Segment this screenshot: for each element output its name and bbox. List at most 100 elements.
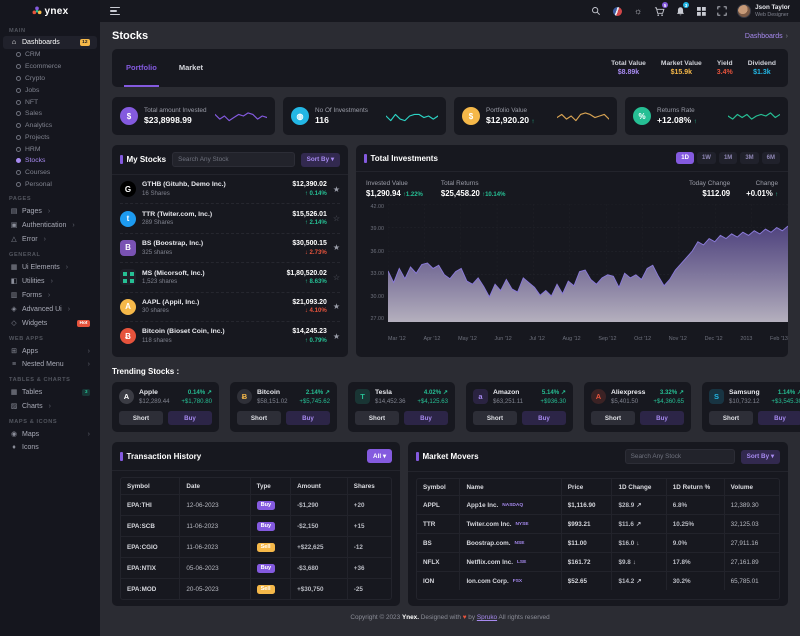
- theme-toggle-icon[interactable]: ☼: [632, 5, 644, 17]
- favorite-star-icon[interactable]: ★: [333, 332, 340, 341]
- range-button[interactable]: 1M: [719, 152, 737, 164]
- sidebar-subitem[interactable]: NFT: [0, 96, 100, 108]
- mm-price: $52.65: [562, 572, 613, 590]
- trend-arrow-icon: ↗: [636, 502, 641, 509]
- language-flag-icon[interactable]: [611, 5, 623, 17]
- sidebar-subitem[interactable]: Stocks: [0, 155, 100, 167]
- table-row[interactable]: EPA:SCB 11-06-2023 Buy -$2,150 +15: [121, 516, 391, 537]
- sidebar-subitem[interactable]: HRM: [0, 143, 100, 155]
- sidebar-item[interactable]: ◇WidgetsHot: [3, 316, 97, 330]
- stock-row[interactable]: A AAPL (Appil, Inc.) 30 shares $21,093.2…: [120, 293, 340, 322]
- sort-by-button[interactable]: Sort By ▾: [301, 153, 340, 167]
- sidebar-item[interactable]: ▣Authentication›: [3, 218, 97, 232]
- sidebar-subitem[interactable]: Crypto: [0, 73, 100, 85]
- buy-button[interactable]: Buy: [522, 411, 566, 425]
- short-button[interactable]: Short: [237, 411, 281, 425]
- favorite-star-icon[interactable]: ★: [333, 302, 340, 311]
- favorite-star-icon[interactable]: ☆: [333, 214, 340, 223]
- short-button[interactable]: Short: [355, 411, 399, 425]
- tx-symbol: EPA:MOD: [121, 579, 180, 599]
- favorite-star-icon[interactable]: ☆: [333, 273, 340, 282]
- trending-change: +$1,780.80: [181, 398, 212, 405]
- table-row[interactable]: NFLX Netflix.com Inc.LSE $161.72 $9.8 ↓ …: [417, 553, 779, 572]
- table-row[interactable]: EPA:THI 12-06-2023 Buy -$1,290 +20: [121, 495, 391, 516]
- market-sort-button[interactable]: Sort By ▾: [741, 450, 780, 464]
- fullscreen-icon[interactable]: [716, 5, 728, 17]
- sidebar-subitem[interactable]: Sales: [0, 108, 100, 120]
- table-row[interactable]: EPA:CGIO 11-06-2023 Sell +$22,625 -12: [121, 537, 391, 558]
- range-button[interactable]: 1D: [676, 152, 694, 164]
- breadcrumb[interactable]: Dashboards ›: [745, 33, 788, 40]
- short-button[interactable]: Short: [709, 411, 753, 425]
- ui-icon: ▦: [10, 263, 18, 271]
- sidebar-item[interactable]: ▤Pages›: [3, 204, 97, 218]
- table-row[interactable]: EPA:NTIX 05-06-2023 Buy -$3,680 +36: [121, 558, 391, 579]
- sidebar-subitem[interactable]: Personal: [0, 179, 100, 191]
- search-icon[interactable]: [590, 5, 602, 17]
- sidebar-item[interactable]: ≡Nested Menu›: [3, 358, 97, 371]
- filter-all-button[interactable]: All ▾: [367, 449, 392, 463]
- sidebar-item[interactable]: ◉Maps›: [3, 427, 97, 441]
- sidebar-subitem[interactable]: Analytics: [0, 120, 100, 132]
- stock-value: $15,526.01: [292, 211, 327, 218]
- favorite-star-icon[interactable]: ★: [333, 243, 340, 252]
- sidebar-subitem[interactable]: Ecommerce: [0, 61, 100, 73]
- buy-button[interactable]: Buy: [168, 411, 212, 425]
- range-button[interactable]: 6M: [762, 152, 780, 164]
- table-row[interactable]: ION Ion.com Corp.FSX $52.65 $14.2 ↗ 30.2…: [417, 572, 779, 590]
- notifications-bell-icon[interactable]: 3: [674, 5, 686, 17]
- sidebar-item[interactable]: ▨Charts›: [3, 399, 97, 413]
- stock-row[interactable]: MS (Micorsoft, Inc.) 1,523 shares $1,80,…: [120, 263, 340, 292]
- buy-button[interactable]: Buy: [286, 411, 330, 425]
- user-menu[interactable]: Json Taylor Web Designer: [737, 4, 790, 18]
- sidebar-item[interactable]: ◈Advanced Ui›: [3, 302, 97, 316]
- tab[interactable]: Market: [177, 49, 205, 87]
- favorite-star-icon[interactable]: ★: [333, 185, 340, 194]
- header-stat: Dividend $1.3k: [748, 60, 776, 76]
- sidebar-subitem[interactable]: Jobs: [0, 84, 100, 96]
- short-button[interactable]: Short: [119, 411, 163, 425]
- stocks-search-input[interactable]: [172, 152, 295, 167]
- range-button[interactable]: 3M: [740, 152, 758, 164]
- short-button[interactable]: Short: [591, 411, 635, 425]
- sidebar-item-dashboards[interactable]: ⌂ Dashboards 12: [3, 36, 97, 49]
- sidebar-subitem[interactable]: Projects: [0, 131, 100, 143]
- sidebar-subitem[interactable]: CRM: [0, 49, 100, 61]
- buy-button[interactable]: Buy: [404, 411, 448, 425]
- short-button[interactable]: Short: [473, 411, 517, 425]
- apps-grid-icon[interactable]: [695, 5, 707, 17]
- range-button[interactable]: 1W: [697, 152, 716, 164]
- area-chart[interactable]: [388, 204, 788, 322]
- sidebar-subitem-label: CRM: [25, 51, 40, 58]
- spruko-link[interactable]: Spruko: [477, 614, 497, 621]
- sidebar-item-label: Tables: [22, 389, 42, 396]
- menu-toggle-icon[interactable]: [110, 7, 120, 15]
- stock-row[interactable]: Ƀ Bitcoin (Bioset Coin, Inc.) 118 shares…: [120, 322, 340, 350]
- stock-row[interactable]: G GTHB (Gituhb, Demo Inc.) 16 Shares $12…: [120, 175, 340, 204]
- stock-row[interactable]: t TTR (Twiter.com, Inc.) 289 Shares $15,…: [120, 204, 340, 233]
- sidebar-item[interactable]: ▥Forms›: [3, 288, 97, 302]
- buy-button[interactable]: Buy: [640, 411, 684, 425]
- table-row[interactable]: BS Boostrap.com.NSE $11.00 $16.0 ↓ 9.0% …: [417, 534, 779, 553]
- sidebar-item[interactable]: ⊞Apps›: [3, 344, 97, 358]
- stock-row[interactable]: B BS (Boostrap, Inc.) 325 shares $30,500…: [120, 234, 340, 263]
- trending-stock-card: a Amazon $63,251.11 5.14% ↗ +$936.30 Sho…: [466, 382, 573, 432]
- sidebar-subitem[interactable]: Courses: [0, 167, 100, 179]
- market-movers-search-input[interactable]: [625, 449, 735, 464]
- breadcrumb-dashboards[interactable]: Dashboards: [745, 33, 783, 40]
- buy-button[interactable]: Buy: [758, 411, 800, 425]
- cart-count-badge: 5: [662, 2, 668, 8]
- brand-logo[interactable]: ynex: [0, 0, 100, 22]
- tab[interactable]: Portfolio: [124, 49, 159, 87]
- table-row[interactable]: TTR Twiter.com Inc.NYSE $993.21 $11.6 ↗ …: [417, 515, 779, 534]
- sidebar-item[interactable]: ♦Icons: [3, 441, 97, 454]
- x-tick: Mar '12: [388, 336, 406, 353]
- table-row[interactable]: EPA:MOD 20-05-2023 Sell +$30,750 -25: [121, 579, 391, 599]
- sidebar-item[interactable]: ▦Ui Elements›: [3, 260, 97, 274]
- sidebar-item[interactable]: ▦Tables3: [3, 385, 97, 399]
- table-row[interactable]: APPL App1e Inc.NASDAQ $1,116.90 $28.9 ↗ …: [417, 496, 779, 515]
- sidebar-heading-maps: MAPS & ICONS: [0, 413, 100, 427]
- cart-icon[interactable]: 5: [653, 5, 665, 17]
- sidebar-item[interactable]: ◧Utilities›: [3, 274, 97, 288]
- sidebar-item[interactable]: △Error›: [3, 232, 97, 246]
